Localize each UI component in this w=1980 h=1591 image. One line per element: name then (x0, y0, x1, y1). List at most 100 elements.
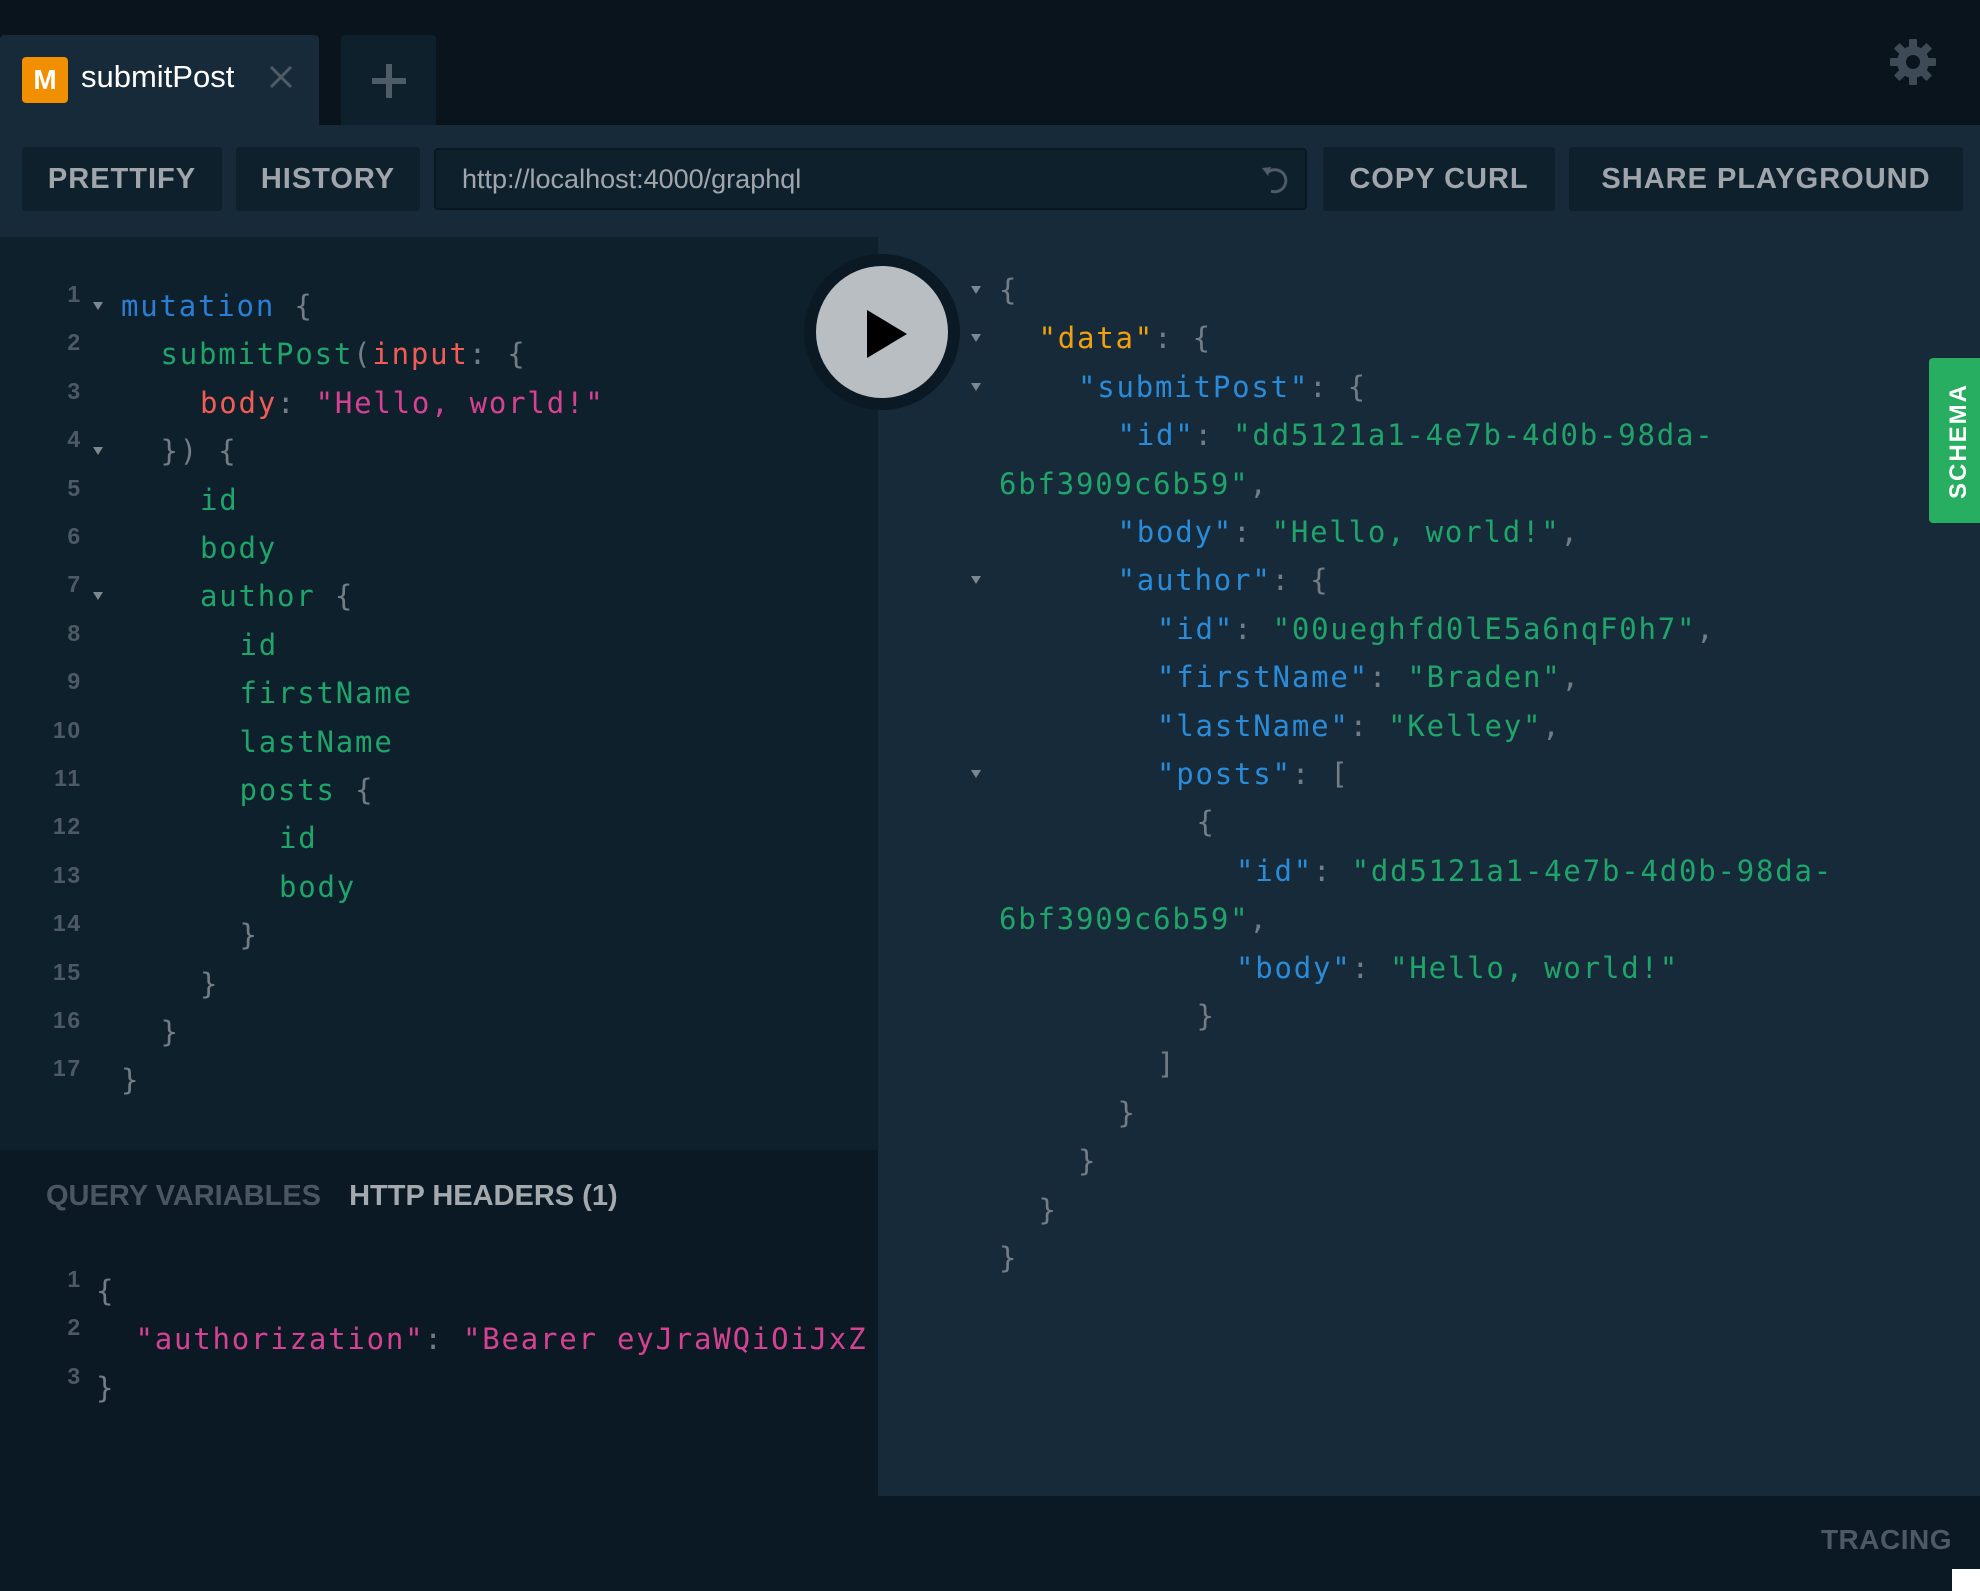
code-token-val: 6bf3909c6b59" (999, 466, 1250, 501)
endpoint-url-bar (434, 148, 1307, 210)
code-token-kw: mutation (121, 289, 276, 323)
code-token-punc: , (1561, 660, 1581, 695)
result-line: "posts": [ (1157, 750, 1350, 798)
code-token-str: "Hello, world!" (315, 385, 605, 420)
code-token-punc: { (1196, 805, 1216, 840)
code-token-punc: { (315, 579, 355, 614)
code-token-field: lastName (239, 724, 394, 759)
run-query-button[interactable] (816, 266, 948, 398)
code-token-punc: : (1368, 660, 1408, 695)
line-number: 2 (67, 1314, 82, 1341)
tab-submitpost[interactable]: M submitPost (0, 35, 319, 125)
code-token-punc: : (1233, 515, 1272, 549)
code-token-field: body (279, 869, 357, 904)
code-token-key: "author" (1117, 563, 1272, 598)
code-token-key: "body" (1236, 950, 1352, 985)
line-number: 15 (52, 958, 82, 985)
fold-toggle-icon[interactable] (971, 382, 981, 391)
code-token-punc: : (1313, 853, 1352, 888)
fold-toggle-icon[interactable] (971, 334, 981, 343)
line-number: 3 (67, 1362, 82, 1389)
line-number: 5 (67, 474, 82, 501)
code-token-str: "Bearer eyJraWQiOiJxZ (462, 1322, 868, 1357)
line-number: 13 (52, 861, 82, 888)
code-token-punc: ] (1157, 1047, 1177, 1082)
query-editor[interactable]: 1 mutation {2 submitPost(input: {3 body: "H… (0, 237, 878, 1150)
result-line: { (999, 266, 1018, 314)
line-number: 12 (52, 813, 82, 840)
result-line: "body": "Hello, world!" (1236, 944, 1679, 992)
line-number: 1 (67, 281, 82, 307)
result-line: } (1039, 1186, 1058, 1234)
result-line: "id": "dd5121a1-4e7b-4d0b-98da- (1118, 411, 1715, 459)
share-playground-button[interactable]: SHARE PLAYGROUND (1569, 147, 1963, 211)
line-number: 14 (52, 910, 82, 937)
code-token-punc: } (1196, 999, 1216, 1033)
fold-toggle-icon[interactable] (971, 770, 981, 778)
code-token-field: body (200, 531, 278, 565)
code-token-punc: } (1038, 1192, 1058, 1227)
code-token-val: "Braden" (1407, 660, 1562, 695)
code-token-key: "firstName" (1157, 660, 1369, 695)
result-line: } (1078, 1137, 1097, 1185)
copy-curl-button[interactable]: COPY CURL (1323, 147, 1555, 211)
play-icon (867, 310, 907, 358)
line-number: 16 (52, 1007, 82, 1033)
editor-line: mutation { (121, 282, 314, 330)
code-token-punc: } (160, 1015, 180, 1049)
line-number: 7 (67, 571, 82, 598)
code-token-punc: , (1249, 466, 1269, 501)
fold-toggle-icon[interactable] (93, 592, 103, 601)
result-line: "data": { (1039, 314, 1212, 362)
result-line: { (1197, 798, 1216, 846)
schema-tab[interactable]: SCHEMA (1929, 358, 1980, 523)
prettify-button[interactable]: PRETTIFY (22, 147, 222, 211)
code-token-punc: { (999, 273, 1019, 307)
code-token-field: firstName (239, 676, 413, 711)
code-token-punc: } (1078, 1144, 1098, 1179)
code-token-field: author (200, 579, 316, 614)
gear-icon[interactable] (1888, 37, 1938, 87)
tab-title: submitPost (81, 59, 235, 94)
code-token-punc: : (1234, 611, 1273, 646)
code-token-key: "id" (1117, 418, 1195, 453)
code-token-key: "id" (1157, 611, 1235, 646)
fold-toggle-icon[interactable] (971, 576, 981, 585)
result-line: ] (1157, 1040, 1176, 1088)
editor-line: submitPost(input: { (161, 330, 527, 378)
headers-line: } (96, 1364, 115, 1412)
reload-icon[interactable] (1259, 164, 1291, 196)
editor-line: body (200, 524, 277, 572)
headers-line: { (96, 1267, 115, 1315)
code-token-punc: : { (1154, 321, 1212, 356)
run-button-ring (804, 254, 960, 410)
new-tab-button[interactable] (341, 35, 436, 125)
line-number: 1 (67, 1266, 82, 1292)
close-icon[interactable] (266, 62, 296, 92)
code-token-punc: : { (1309, 369, 1367, 404)
fold-toggle-icon[interactable] (93, 447, 103, 456)
toolbar: PRETTIFY HISTORY COPY CURL SHARE PLAYGRO… (0, 125, 1980, 237)
code-token-punc: , (1249, 902, 1269, 937)
fold-toggle-icon[interactable] (971, 286, 981, 294)
code-token-val: "Kelley" (1388, 708, 1543, 743)
code-token-punc: ( (353, 337, 373, 372)
tracing-tab[interactable]: TRACING (1821, 1524, 1952, 1556)
result-line: } (999, 1234, 1018, 1282)
schema-tab-label: SCHEMA (1945, 382, 1972, 499)
code-token-punc: , (1696, 611, 1716, 646)
editor-line: } (200, 960, 219, 1008)
results-footer: TRACING (878, 1496, 1980, 1591)
headers-editor[interactable]: 1 {2 "authorization": "Bearer eyJraWQiOiJx… (0, 1150, 878, 1591)
code-token-val: "Hello, world!" (1271, 515, 1561, 549)
code-token-field: id (239, 627, 279, 662)
line-number: 11 (54, 765, 82, 791)
code-token-punc: : (1194, 418, 1234, 453)
code-token-field: posts (239, 773, 336, 807)
result-line: "lastName": "Kelley", (1157, 702, 1561, 750)
history-button[interactable]: HISTORY (236, 147, 420, 211)
endpoint-url-input[interactable] (462, 150, 1242, 208)
line-number: 8 (67, 619, 82, 646)
code-token-punc: { (96, 1274, 116, 1308)
fold-toggle-icon[interactable] (93, 302, 103, 310)
